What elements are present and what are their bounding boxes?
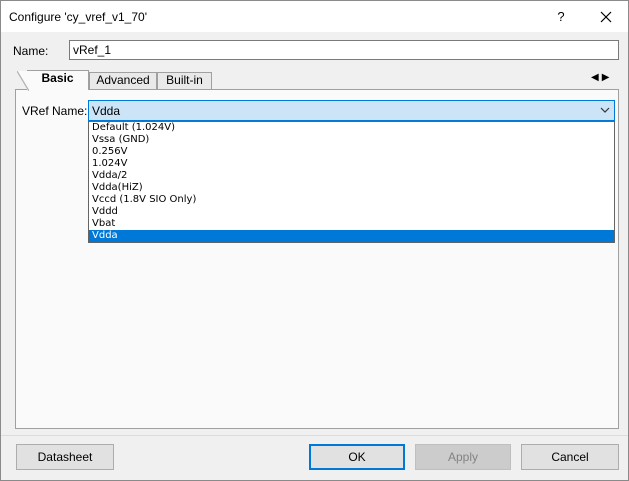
tab-advanced[interactable]: Advanced	[89, 72, 157, 89]
help-button[interactable]: ?	[550, 7, 572, 27]
vref-option[interactable]: Vbat	[89, 218, 614, 230]
name-input[interactable]: vRef_1	[69, 40, 619, 60]
window-title: Configure 'cy_vref_v1_70'	[9, 10, 147, 24]
vref-option[interactable]: Vdda/2	[89, 170, 614, 182]
vref-option[interactable]: Vssa (GND)	[89, 134, 614, 146]
tab-scroll-right-icon[interactable]: ▶	[602, 72, 613, 83]
tab-scroll-left-icon[interactable]: ◀	[591, 72, 602, 83]
vref-selected-value: Vdda	[92, 104, 121, 118]
vref-name-label: VRef Name:	[22, 104, 88, 118]
chevron-down-icon	[600, 107, 610, 113]
vref-dropdown-list: Default (1.024V) Vssa (GND) 0.256V 1.024V Vd…	[88, 121, 615, 243]
name-label: Name:	[13, 44, 49, 58]
datasheet-button[interactable]: Datasheet	[16, 444, 114, 470]
ok-button[interactable]: OK	[309, 444, 405, 470]
title-bar: Configure 'cy_vref_v1_70' ?	[1, 1, 628, 32]
vref-option[interactable]: Vddd	[89, 206, 614, 218]
tab-basic[interactable]: Basic	[17, 70, 89, 91]
close-button[interactable]	[595, 7, 617, 27]
vref-option[interactable]: 1.024V	[89, 158, 614, 170]
apply-button[interactable]: Apply	[415, 444, 511, 470]
vref-option[interactable]: 0.256V	[89, 146, 614, 158]
vref-option[interactable]: Vdda(HiZ)	[89, 182, 614, 194]
cancel-button[interactable]: Cancel	[521, 444, 619, 470]
vref-option[interactable]: Vdda	[89, 230, 614, 242]
close-icon	[600, 11, 612, 23]
footer-divider	[1, 435, 628, 436]
configure-dialog: Configure 'cy_vref_v1_70' ? Name: vRef_1…	[0, 0, 629, 481]
vref-option[interactable]: Default (1.024V)	[89, 122, 614, 134]
vref-name-combobox[interactable]: Vdda	[88, 100, 615, 121]
vref-option[interactable]: Vccd (1.8V SIO Only)	[89, 194, 614, 206]
tab-scroll-arrows: ◀▶	[591, 72, 612, 83]
tab-built-in[interactable]: Built-in	[157, 72, 212, 89]
tab-strip: Basic Advanced Built-in ◀▶	[15, 70, 619, 91]
